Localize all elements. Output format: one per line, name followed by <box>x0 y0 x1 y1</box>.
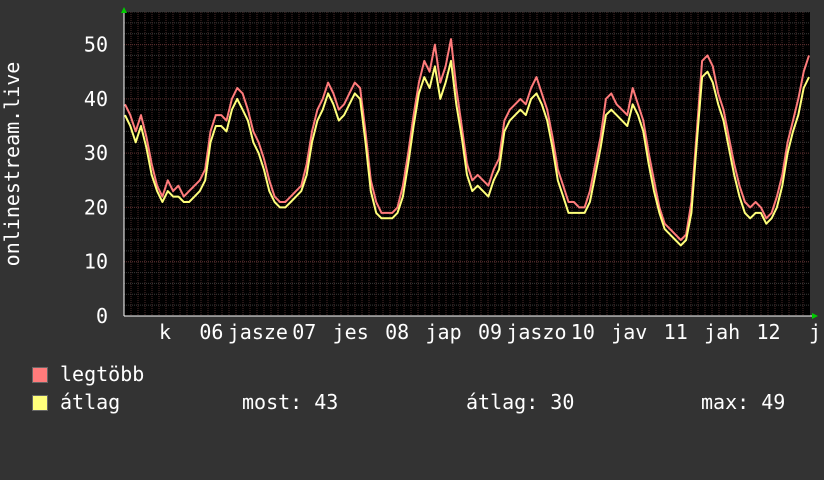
legend-label-atlag: átlag <box>60 390 121 414</box>
legend-item-atlag: átlag <box>32 391 120 479</box>
x-tick-label: 10 <box>571 320 595 344</box>
legend-label-legtobb: legtöbb <box>60 362 145 386</box>
x-axis-arrow <box>812 313 818 319</box>
x-tick-label: 07 <box>292 320 316 344</box>
x-tick-label: j <box>809 320 821 344</box>
x-tick-label: 08 <box>385 320 409 344</box>
x-tick-label: jes <box>333 320 369 344</box>
y-tick-label: 30 <box>84 141 108 165</box>
legend-swatch-atlag <box>32 395 48 411</box>
y-tick-label: 50 <box>84 33 108 57</box>
y-tick-label: 0 <box>96 304 108 328</box>
x-tick-label: 06 <box>199 320 223 344</box>
chart: 0 10 20 30 40 50 k 06 jasze 07 jes 08 jap 09 jaszo 10 j… <box>0 0 824 430</box>
y-axis-label: onlinestream.live <box>0 62 24 267</box>
y-tick-labels: 0 10 20 30 40 50 <box>84 33 108 328</box>
x-tick-label: 11 <box>664 320 688 344</box>
legend-swatch-legtobb <box>32 367 48 383</box>
stat-most: most: 43 <box>242 390 339 414</box>
x-tick-label: jasze <box>228 320 288 344</box>
x-tick-label: jav <box>611 320 647 344</box>
x-tick-label: jaszo <box>506 320 566 344</box>
stat-max: max: 49 <box>701 390 786 414</box>
x-tick-label: 09 <box>478 320 502 344</box>
x-tick-label: jah <box>704 320 740 344</box>
stat-atlag: átlag: 30 <box>466 390 575 414</box>
x-tick-label: jap <box>426 320 462 344</box>
x-tick-labels: k 06 jasze 07 jes 08 jap 09 jaszo 10 jav 11 jah 12 j <box>159 320 821 344</box>
x-tick-label: 12 <box>757 320 781 344</box>
y-tick-label: 10 <box>84 250 108 274</box>
y-tick-label: 20 <box>84 195 108 219</box>
y-axis-arrow <box>121 7 127 13</box>
y-tick-label: 40 <box>84 87 108 111</box>
x-tick-label: k <box>159 320 171 344</box>
